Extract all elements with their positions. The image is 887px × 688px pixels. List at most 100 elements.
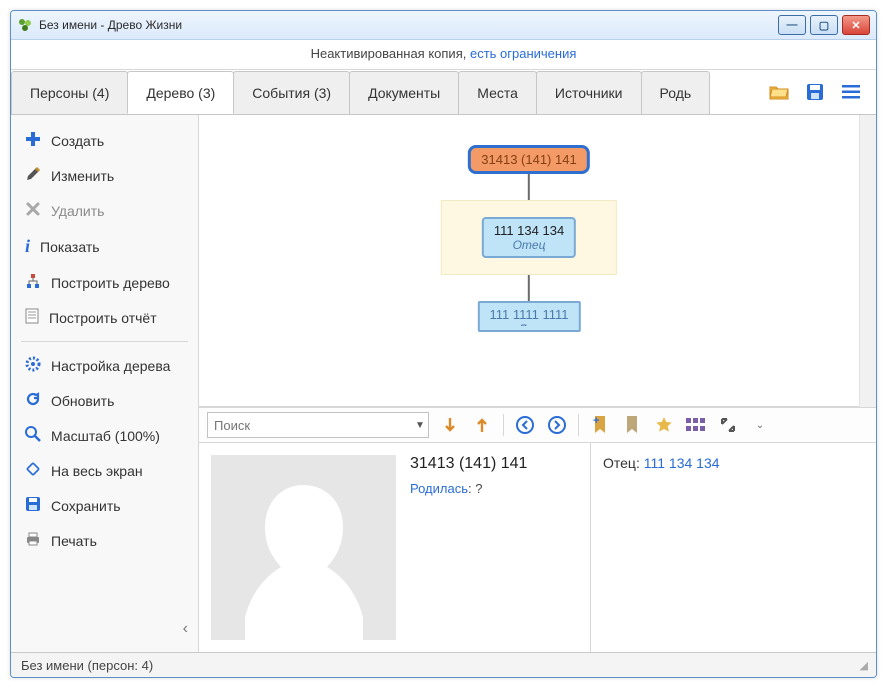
magnifier-icon <box>25 426 41 445</box>
trial-text: Неактивированная копия, <box>311 46 470 61</box>
grid-view-icon[interactable] <box>685 414 707 436</box>
status-bar: Без имени (персон: 4) ◢ <box>11 652 876 677</box>
star-icon[interactable] <box>653 414 675 436</box>
maximize-button[interactable]: ▢ <box>810 15 838 35</box>
search-field[interactable]: ▼ <box>207 412 429 438</box>
sidebar-item-create[interactable]: Создать <box>11 123 198 158</box>
sidebar-item-build-tree[interactable]: Построить дерево <box>11 265 198 300</box>
tree-node-relation: Отец <box>494 238 564 252</box>
tab-sources[interactable]: Источники <box>536 71 642 114</box>
tree-icon <box>25 273 41 292</box>
born-value: : ? <box>468 481 482 496</box>
sidebar-item-delete: Удалить <box>11 193 198 228</box>
avatar-placeholder <box>211 455 396 640</box>
sidebar-item-print[interactable]: Печать <box>11 523 198 558</box>
relation-link[interactable]: 111 134 134 <box>644 455 720 471</box>
gear-icon <box>25 356 41 375</box>
tab-events[interactable]: События (3) <box>233 71 350 114</box>
arrow-down-icon[interactable] <box>439 414 461 436</box>
person-name: 31413 (141) 141 <box>410 455 578 473</box>
tab-places[interactable]: Места <box>458 71 537 114</box>
menu-icon[interactable] <box>840 81 862 103</box>
relation-label: Отец: <box>603 455 644 471</box>
arrow-up-icon[interactable] <box>471 414 493 436</box>
sidebar-separator <box>21 341 188 342</box>
sidebar-item-edit[interactable]: Изменить <box>11 158 198 193</box>
sidebar-item-tree-settings[interactable]: Настройка дерева <box>11 348 198 383</box>
sidebar-item-refresh[interactable]: Обновить <box>11 383 198 418</box>
resize-grip[interactable]: ◢ <box>860 659 866 672</box>
trial-strip: Неактивированная копия, есть ограничения <box>11 40 876 70</box>
status-text: Без имени (персон: 4) <box>21 658 153 673</box>
expand-icon <box>25 461 41 480</box>
sidebar-label: На весь экран <box>51 463 143 479</box>
toolbar-icons <box>754 70 876 114</box>
bookmark-add-icon[interactable]: + <box>589 414 611 436</box>
save-icon[interactable] <box>804 81 826 103</box>
tab-tree[interactable]: Дерево (3) <box>127 71 234 114</box>
sidebar-label: Удалить <box>51 203 104 219</box>
sidebar-label: Показать <box>40 239 100 255</box>
tab-documents[interactable]: Документы <box>349 71 459 114</box>
sidebar-label: Изменить <box>51 168 114 184</box>
window-frame: Без имени - Древо Жизни — ▢ ✕ Неактивиро… <box>10 10 877 678</box>
sidebar-label: Настройка дерева <box>51 358 170 374</box>
svg-text:+: + <box>593 415 599 427</box>
body: Создать Изменить Удалить i Показать Пост… <box>11 115 876 652</box>
detail-toolbar: ▼ + ⌄ <box>199 408 876 443</box>
sidebar-item-build-report[interactable]: Построить отчёт <box>11 300 198 335</box>
sidebar-item-show[interactable]: i Показать <box>11 228 198 265</box>
minimize-button[interactable]: — <box>778 15 806 35</box>
bookmark-icon[interactable] <box>621 414 643 436</box>
chevron-down-icon[interactable]: ▼ <box>412 420 428 431</box>
tab-families[interactable]: Родь <box>641 71 711 114</box>
tree-node-child[interactable]: 111 1111 1111 Лол <box>477 301 580 332</box>
expand-icon[interactable] <box>717 414 739 436</box>
pencil-icon <box>25 166 41 185</box>
sidebar-item-zoom[interactable]: Масштаб (100%) <box>11 418 198 453</box>
tree-node-relation: Лол <box>489 322 568 326</box>
tree-node-group: 111 134 134 Отец <box>441 200 617 275</box>
sidebar-label: Обновить <box>51 393 114 409</box>
tab-persons[interactable]: Персоны (4) <box>11 71 128 114</box>
sidebar-label: Построить дерево <box>51 275 170 291</box>
report-icon <box>25 308 39 327</box>
relations-panel: Отец: 111 134 134 <box>591 443 876 652</box>
info-icon: i <box>25 236 30 257</box>
canvas-scrollbar[interactable] <box>859 115 876 407</box>
detail-pane: ▼ + ⌄ <box>199 407 876 652</box>
printer-icon <box>25 531 41 550</box>
tree-node-name: 111 134 134 <box>494 223 564 238</box>
nav-back-icon[interactable] <box>514 414 536 436</box>
app-icon <box>17 17 33 33</box>
close-button[interactable]: ✕ <box>842 15 870 35</box>
sidebar-item-save[interactable]: Сохранить <box>11 488 198 523</box>
dropdown-icon[interactable]: ⌄ <box>749 414 771 436</box>
sidebar-label: Построить отчёт <box>49 310 157 326</box>
refresh-icon <box>25 391 41 410</box>
sidebar-item-fullscreen[interactable]: На весь экран <box>11 453 198 488</box>
sidebar-label: Сохранить <box>51 498 121 514</box>
content: 31413 (141) 141 111 134 134 Отец 111 111… <box>199 115 876 652</box>
trial-link[interactable]: есть ограничения <box>470 46 576 61</box>
title-bar[interactable]: Без имени - Древо Жизни — ▢ ✕ <box>11 11 876 40</box>
window-buttons: — ▢ ✕ <box>778 15 870 35</box>
plus-icon <box>25 131 41 150</box>
window-title: Без имени - Древо Жизни <box>39 18 772 32</box>
sidebar-collapse-button[interactable]: ‹ <box>11 614 198 644</box>
tree-connector <box>528 174 530 200</box>
born-label: Родилась <box>410 481 468 496</box>
sidebar: Создать Изменить Удалить i Показать Пост… <box>11 115 199 652</box>
tree-connector <box>528 275 530 301</box>
tab-bar: Персоны (4) Дерево (3) События (3) Докум… <box>11 70 876 115</box>
delete-icon <box>25 201 41 220</box>
nav-forward-icon[interactable] <box>546 414 568 436</box>
search-input[interactable] <box>208 416 412 435</box>
sidebar-label: Масштаб (100%) <box>51 428 160 444</box>
tree-canvas[interactable]: 31413 (141) 141 111 134 134 Отец 111 111… <box>199 115 859 407</box>
person-card: 31413 (141) 141 Родилась: ? <box>199 443 591 652</box>
tree-node-root[interactable]: 31413 (141) 141 <box>468 145 589 174</box>
tree-node-parent[interactable]: 111 134 134 Отец <box>482 217 576 258</box>
open-folder-icon[interactable] <box>768 81 790 103</box>
tree-node-name: 111 1111 1111 <box>489 307 568 322</box>
